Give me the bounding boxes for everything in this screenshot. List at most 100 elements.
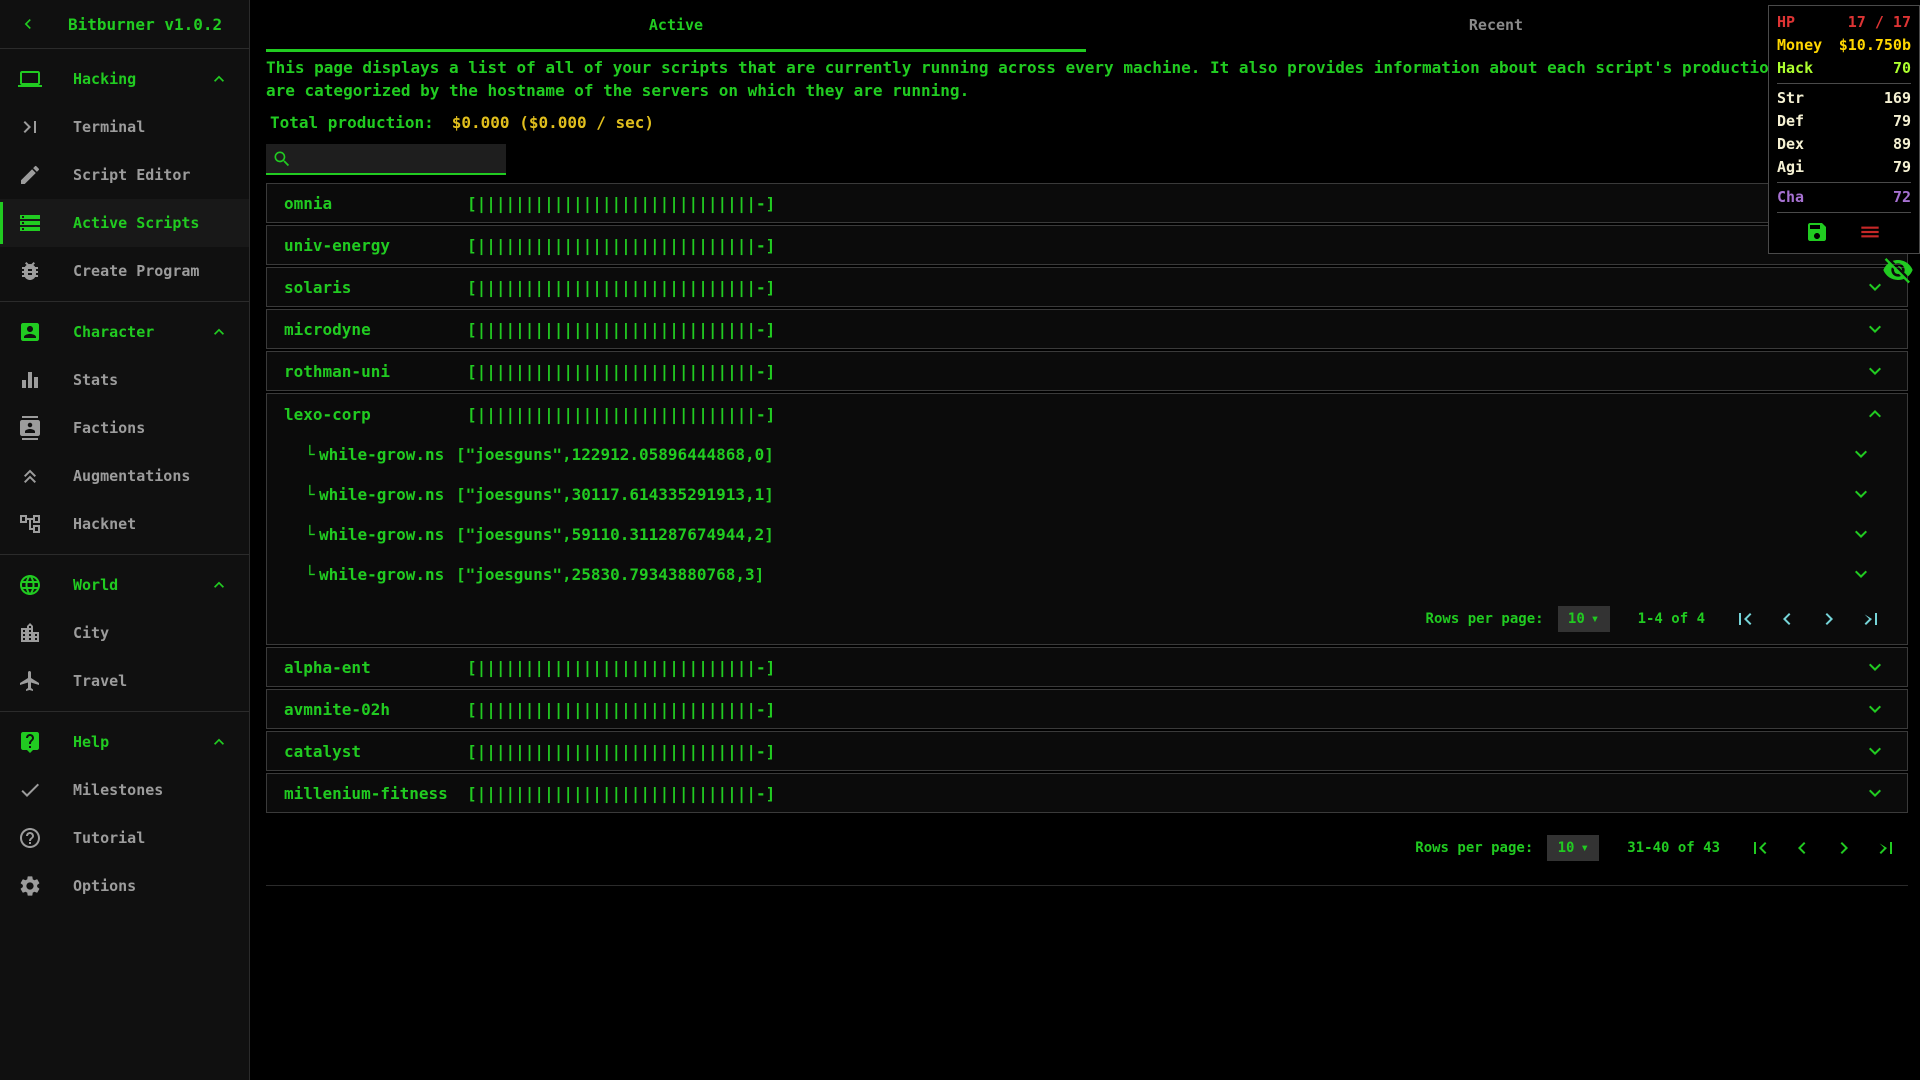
server-progress-bar: [|||||||||||||||||||||||||||||-]	[467, 657, 776, 677]
server-hostname: univ-energy	[284, 235, 390, 255]
sidebar-item-label: Character	[73, 323, 155, 341]
sidebar-item-hacking[interactable]: Hacking	[0, 55, 249, 103]
laptop-icon	[18, 71, 42, 87]
previous-page-button[interactable]	[1790, 836, 1814, 860]
sidebar-item-label: Hacknet	[73, 515, 137, 533]
script-row[interactable]: └ while-grow.ns ["joesguns",59110.311287…	[267, 514, 1907, 554]
server-row[interactable]: rothman-uni [|||||||||||||||||||||||||||…	[266, 351, 1908, 391]
server-hostname: alpha-ent	[284, 657, 371, 677]
next-page-button[interactable]	[1817, 607, 1841, 631]
overview-money-row: Money $10.750b	[1777, 34, 1911, 57]
chevron-down-icon	[1869, 663, 1881, 671]
server-hostname: lexo-corp	[284, 404, 371, 424]
script-row[interactable]: └ while-grow.ns ["joesguns",122912.05896…	[267, 434, 1907, 474]
server-row[interactable]: alpha-ent [|||||||||||||||||||||||||||||…	[266, 647, 1908, 687]
menu-lines-icon[interactable]	[1857, 219, 1883, 245]
server-row[interactable]: omnia [|||||||||||||||||||||||||||||-]	[266, 183, 1908, 223]
sidebar-item-stats[interactable]: Stats	[0, 356, 249, 404]
overview-str-row: Str 169	[1777, 87, 1911, 110]
description-line-2: are categorized by the hostname of the s…	[266, 81, 970, 100]
sidebar-item-label: Factions	[73, 419, 146, 437]
sidebar-item-create-program[interactable]: Create Program	[0, 247, 249, 295]
sidebar-item-character[interactable]: Character	[0, 308, 249, 356]
server-row[interactable]: millenium-fitness [|||||||||||||||||||||…	[266, 773, 1908, 813]
last-page-button[interactable]	[1859, 607, 1883, 631]
server-hostname: rothman-uni	[284, 361, 390, 381]
overview-divider	[1777, 182, 1911, 183]
server-row[interactable]: microdyne [|||||||||||||||||||||||||||||…	[266, 309, 1908, 349]
city-icon	[21, 623, 39, 642]
script-filename: while-grow.ns	[319, 564, 445, 584]
server-progress-bar: [|||||||||||||||||||||||||||||-]	[467, 277, 776, 297]
save-icon[interactable]	[1805, 220, 1829, 244]
previous-page-button[interactable]	[1775, 607, 1799, 631]
pagination-buttons	[1730, 836, 1898, 860]
sidebar-item-travel[interactable]: Travel	[0, 657, 249, 705]
rows-per-page-select[interactable]: 10 ▾	[1547, 835, 1600, 861]
script-args: ["joesguns",25830.79343880768,3]	[456, 564, 765, 584]
sidebar-item-help[interactable]: Help	[0, 718, 249, 766]
last-page-button[interactable]	[1874, 836, 1898, 860]
chevron-down-icon	[1855, 570, 1867, 578]
next-page-button[interactable]	[1832, 836, 1856, 860]
sidebar-item-label: Terminal	[73, 118, 146, 136]
sidebar-section-hacking: Hacking Terminal Script Editor Active Sc…	[0, 49, 249, 302]
total-production: Total production: $0.000 ($0.000 / sec)	[270, 110, 1920, 134]
sidebar-item-label: Create Program	[73, 262, 200, 280]
sidebar-item-label: Script Editor	[73, 166, 191, 184]
str-value: 169	[1883, 89, 1911, 107]
overview-agi-row: Agi 79	[1777, 156, 1911, 179]
server-progress-bar: [|||||||||||||||||||||||||||||-]	[467, 699, 776, 719]
app-title: Bitburner v1.0.2	[68, 14, 223, 34]
script-filename: while-grow.ns	[319, 524, 445, 544]
sidebar-item-active-scripts[interactable]: Active Scripts	[0, 199, 249, 247]
sidebar-item-terminal[interactable]: Terminal	[0, 103, 249, 151]
sidebar-item-world[interactable]: World	[0, 561, 249, 609]
sidebar-item-milestones[interactable]: Milestones	[0, 766, 249, 814]
visibility-off-icon[interactable]	[1882, 254, 1914, 286]
person-box-icon	[21, 323, 39, 341]
script-row[interactable]: └ while-grow.ns ["joesguns",25830.793438…	[267, 554, 1907, 594]
str-label: Str	[1777, 89, 1805, 107]
server-row[interactable]: univ-energy [|||||||||||||||||||||||||||…	[266, 225, 1908, 265]
server-filter	[266, 144, 506, 175]
overview-hp-row: HP 17 / 17	[1777, 11, 1911, 34]
server-row[interactable]: solaris [|||||||||||||||||||||||||||||-]	[266, 267, 1908, 307]
sidebar-item-hacknet[interactable]: Hacknet	[0, 500, 249, 548]
overview-divider	[1777, 212, 1911, 213]
collapse-sidebar-icon[interactable]	[18, 14, 38, 34]
sidebar-item-options[interactable]: Options	[0, 862, 249, 910]
pagination-buttons	[1715, 607, 1883, 631]
rows-per-page-select[interactable]: 10 ▾	[1557, 606, 1610, 632]
overview-def-row: Def 79	[1777, 110, 1911, 133]
server-progress-bar: [|||||||||||||||||||||||||||||-]	[467, 235, 776, 255]
dex-label: Dex	[1777, 135, 1805, 153]
def-value: 79	[1892, 112, 1911, 130]
script-row[interactable]: └ while-grow.ns ["joesguns",30117.614335…	[267, 474, 1907, 514]
network-tree-icon	[20, 515, 40, 533]
chevron-up-icon	[214, 75, 224, 82]
double-chevron-up-icon	[24, 469, 36, 483]
search-input[interactable]	[298, 148, 500, 169]
server-row[interactable]: catalyst [|||||||||||||||||||||||||||||-…	[266, 731, 1908, 771]
sidebar-item-augmentations[interactable]: Augmentations	[0, 452, 249, 500]
sidebar-item-factions[interactable]: Factions	[0, 404, 249, 452]
chevron-down-icon	[1869, 325, 1881, 333]
sidebar-item-label: Help	[73, 733, 110, 751]
sidebar-item-city[interactable]: City	[0, 609, 249, 657]
hack-label: Hack	[1777, 59, 1814, 77]
sidebar-item-script-editor[interactable]: Script Editor	[0, 151, 249, 199]
server-row[interactable]: avmnite-02h [|||||||||||||||||||||||||||…	[266, 689, 1908, 729]
sidebar-item-tutorial[interactable]: Tutorial	[0, 814, 249, 862]
server-progress-bar: [|||||||||||||||||||||||||||||-]	[467, 783, 776, 803]
server-row[interactable]: lexo-corp [|||||||||||||||||||||||||||||…	[267, 394, 1907, 434]
money-value: $10.750b	[1838, 36, 1911, 54]
chevron-down-icon	[1869, 789, 1881, 797]
sidebar-item-label: Active Scripts	[73, 214, 200, 232]
subdirectory-corner-glyph: └	[305, 564, 315, 584]
subdirectory-corner-glyph: └	[305, 524, 315, 544]
first-page-button[interactable]	[1733, 607, 1757, 631]
server-progress-bar: [|||||||||||||||||||||||||||||-]	[467, 741, 776, 761]
first-page-button[interactable]	[1748, 836, 1772, 860]
tab-active[interactable]: Active	[266, 0, 1086, 52]
